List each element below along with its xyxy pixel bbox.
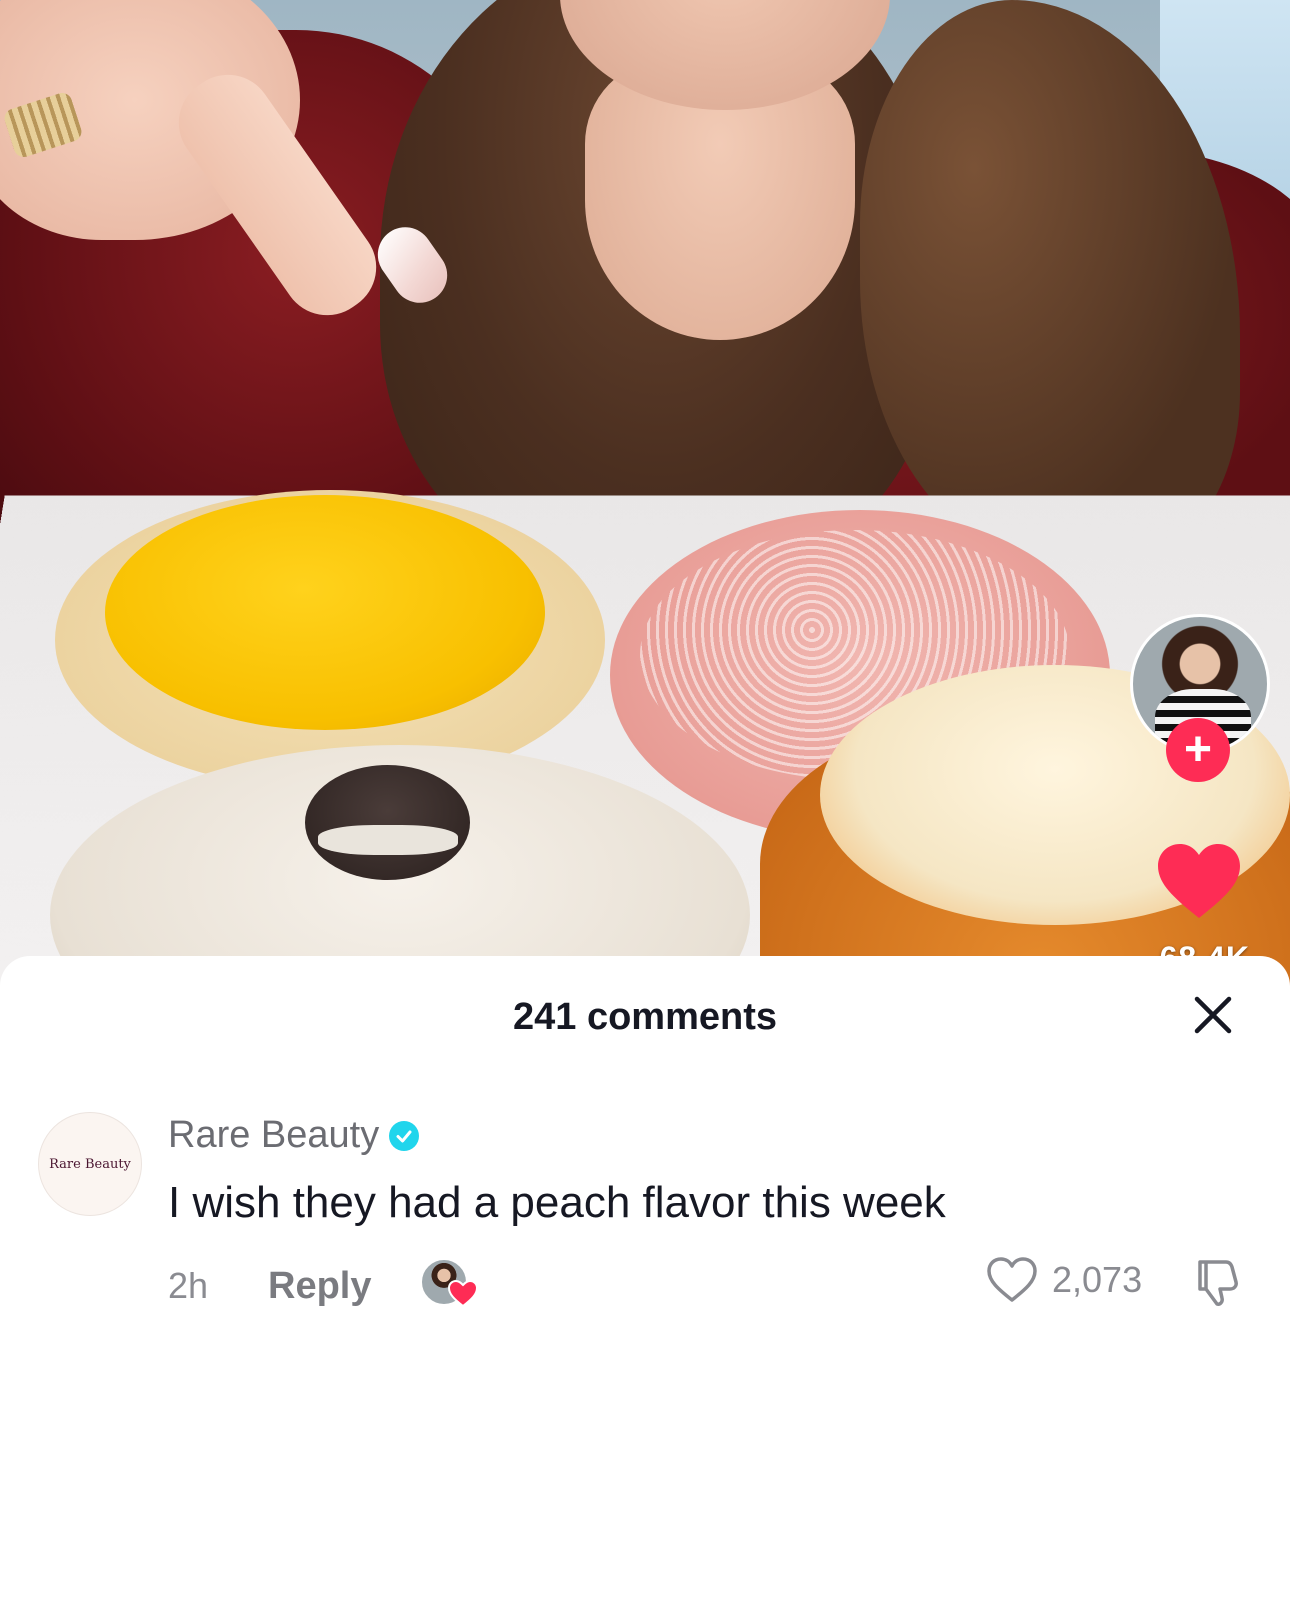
verified-badge-icon bbox=[389, 1120, 420, 1151]
follow-button[interactable]: + bbox=[1166, 718, 1230, 782]
comment-text: I wish they had a peach flavor this week bbox=[168, 1178, 946, 1227]
dislike-icon[interactable] bbox=[1192, 1256, 1244, 1308]
comments-sheet: 241 comments Rare Beauty Rare Beauty I w… bbox=[0, 956, 1290, 1608]
comment-timestamp: 2h bbox=[168, 1265, 209, 1306]
comment-item: Rare Beauty Rare Beauty I wish they had … bbox=[0, 956, 1290, 1356]
sandwich-cookie-topping bbox=[305, 765, 470, 880]
sandwich-cookie-cream bbox=[318, 825, 458, 855]
commenter-avatar[interactable]: Rare Beauty bbox=[38, 1112, 142, 1216]
comment-like-count: 2,073 bbox=[1052, 1259, 1143, 1300]
reply-button[interactable]: Reply bbox=[268, 1265, 420, 1308]
video-player[interactable]: + 68.4K bbox=[0, 0, 1290, 990]
commenter-name-row[interactable]: Rare Beauty bbox=[168, 1114, 420, 1157]
avatar-logo-text: Rare Beauty bbox=[49, 1156, 131, 1172]
heart-outline-icon bbox=[987, 1257, 1037, 1302]
comment-meta: 2h Reply bbox=[168, 1258, 478, 1314]
liked-by-creator-badge bbox=[420, 1258, 478, 1314]
like-heart-icon[interactable] bbox=[1156, 842, 1242, 922]
comment-like-group[interactable]: 2,073 bbox=[986, 1256, 1142, 1304]
tiktok-screen: + 68.4K 241 comments Rare Beauty Rare Be… bbox=[0, 0, 1290, 1608]
mini-heart-icon bbox=[448, 1280, 478, 1308]
commenter-username: Rare Beauty bbox=[168, 1114, 380, 1156]
lemon-curd-topping bbox=[105, 495, 545, 730]
